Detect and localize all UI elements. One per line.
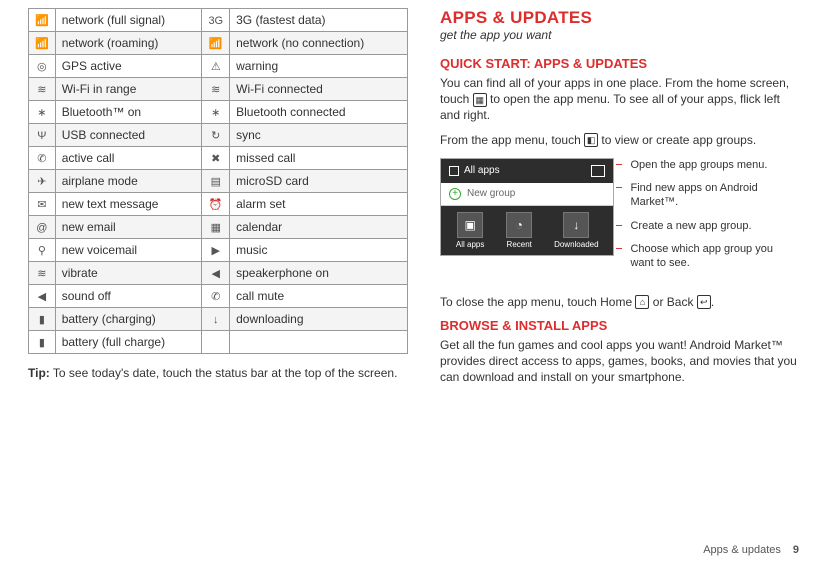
callout-3: Create a new app group. (622, 219, 799, 233)
status-label: sound off (55, 285, 202, 308)
callout-1: Open the app groups menu. (622, 158, 799, 172)
status-icon: ↻ (211, 130, 220, 142)
market-shop-icon (591, 165, 605, 177)
status-icon: ▮ (39, 314, 45, 326)
tip-label: Tip: (28, 366, 50, 380)
status-label: network (roaming) (55, 32, 202, 55)
status-icon: ≋ (211, 84, 220, 96)
back-icon: ↩ (697, 295, 711, 309)
status-label: downloading (230, 308, 408, 331)
status-label: music (230, 239, 408, 262)
status-label: speakerphone on (230, 262, 408, 285)
status-label (230, 331, 408, 354)
status-label: Wi-Fi in range (55, 78, 202, 101)
status-icon: ∗ (37, 107, 46, 119)
phone-title: All apps (464, 165, 500, 176)
status-label: new email (55, 216, 202, 239)
callout-list: Open the app groups menu. Find new apps … (622, 158, 799, 280)
status-label: 3G (fastest data) (230, 9, 408, 32)
status-label: calendar (230, 216, 408, 239)
close-menu-p: To close the app menu, touch Home ⌂ or B… (440, 294, 799, 310)
status-icon: ⚲ (38, 245, 46, 257)
status-label: network (no connection) (230, 32, 408, 55)
status-icon: ▶ (212, 245, 220, 257)
footer-section: Apps & updates (703, 544, 781, 556)
status-icon: ◀ (38, 291, 46, 303)
quickstart-heading: Quick start: Apps & updates (440, 56, 799, 71)
tab-recent: ◔Recent (506, 212, 532, 249)
status-icon: ≋ (37, 268, 46, 280)
quickstart-p2: From the app menu, touch ◧ to view or cr… (440, 132, 799, 148)
status-icon: ▤ (211, 176, 221, 188)
status-icon: ⚠ (211, 61, 221, 73)
status-label: sync (230, 124, 408, 147)
status-icon: ▮ (39, 337, 45, 349)
status-label: new text message (55, 193, 202, 216)
section-title: APPS & UPDATES (440, 8, 799, 28)
tip-paragraph: Tip: To see today's date, touch the stat… (28, 366, 408, 382)
status-icon: Ψ (37, 130, 46, 142)
status-icon: ✉ (37, 199, 46, 211)
footer-page: 9 (793, 544, 799, 556)
status-label: network (full signal) (55, 9, 202, 32)
status-icon: 📶 (35, 15, 49, 27)
status-label: new voicemail (55, 239, 202, 262)
callout-4: Choose which app group you want to see. (622, 242, 799, 271)
status-label: airplane mode (55, 170, 202, 193)
status-icon: ⏰ (209, 199, 223, 211)
tab-all-apps: ▣All apps (456, 212, 484, 249)
status-icon: ◀ (212, 268, 220, 280)
section-subtitle: get the app you want (440, 28, 799, 42)
status-label: battery (charging) (55, 308, 202, 331)
status-label: Bluetooth™ on (55, 101, 202, 124)
home-icon: ⌂ (635, 295, 649, 309)
status-icon: 3G (208, 15, 223, 27)
status-label: alarm set (230, 193, 408, 216)
status-icon: ◎ (37, 61, 47, 73)
status-icon: ✈ (37, 176, 46, 188)
status-label: battery (full charge) (55, 331, 202, 354)
new-group-label: New group (467, 188, 515, 199)
status-icon: @ (36, 222, 47, 234)
status-icon: ✆ (211, 291, 220, 303)
new-group-plus-icon: + (449, 188, 461, 200)
callout-2: Find new apps on Android Market™. (622, 181, 799, 210)
status-label: vibrate (55, 262, 202, 285)
status-label: active call (55, 147, 202, 170)
tip-text: To see today's date, touch the status ba… (50, 366, 398, 380)
status-icon: ↓ (213, 314, 219, 326)
phone-screenshot: All apps + New group ▣All apps ◔Recent ↓… (440, 158, 614, 256)
status-label: Wi-Fi connected (230, 78, 408, 101)
all-apps-icon: ▣ (457, 212, 483, 238)
downloaded-icon: ↓ (563, 212, 589, 238)
groups-icon: ◧ (584, 133, 598, 147)
browse-p: Get all the fun games and cool apps you … (440, 337, 799, 386)
status-icon: ∗ (211, 107, 220, 119)
all-apps-dropdown-icon (449, 166, 459, 176)
status-label: GPS active (55, 55, 202, 78)
status-label: warning (230, 55, 408, 78)
status-label: USB connected (55, 124, 202, 147)
recent-icon: ◔ (506, 212, 532, 238)
status-label: missed call (230, 147, 408, 170)
app-menu-icon: ▦ (473, 93, 487, 107)
status-label: microSD card (230, 170, 408, 193)
status-icons-table: 📶 network (full signal) 3G 3G (fastest data… (28, 8, 408, 354)
status-icon: 📶 (209, 38, 223, 50)
status-icon: ✖ (211, 153, 220, 165)
status-label: Bluetooth connected (230, 101, 408, 124)
status-icon: ≋ (37, 84, 46, 96)
tab-downloaded: ↓Downloaded (554, 212, 598, 249)
status-label: call mute (230, 285, 408, 308)
page-footer: Apps & updates 9 (703, 544, 799, 556)
status-icon: ✆ (37, 153, 46, 165)
status-icon: 📶 (35, 38, 49, 50)
quickstart-p1: You can find all of your apps in one pla… (440, 75, 799, 124)
status-icon: ▦ (211, 222, 221, 234)
browse-heading: Browse & install apps (440, 318, 799, 333)
